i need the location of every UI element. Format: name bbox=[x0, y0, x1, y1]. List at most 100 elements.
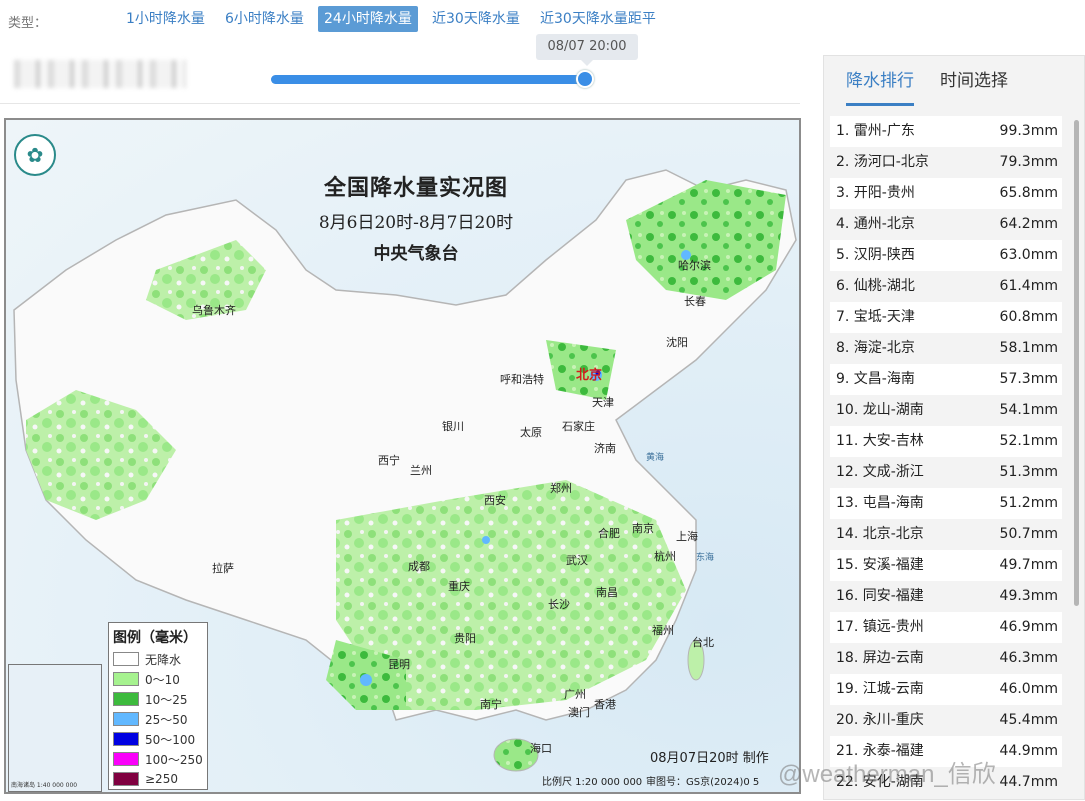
ranking-row[interactable]: 19. 江城-云南 46.0mm bbox=[830, 674, 1062, 705]
city-label: 南昌 bbox=[596, 586, 618, 599]
legend-swatch bbox=[113, 752, 139, 766]
legend-swatch bbox=[113, 772, 139, 786]
ranking-row[interactable]: 18. 屏边-云南 46.3mm bbox=[830, 643, 1062, 674]
precip-value: 49.7mm bbox=[999, 557, 1058, 573]
ranking-row[interactable]: 2. 汤河口-北京 79.3mm bbox=[830, 147, 1062, 178]
station-name: 10. 龙山-湖南 bbox=[836, 402, 924, 418]
time-slider-fill bbox=[271, 75, 589, 84]
city-label: 福州 bbox=[652, 624, 674, 637]
ranking-row[interactable]: 3. 开阳-贵州 65.8mm bbox=[830, 178, 1062, 209]
ranking-row[interactable]: 10. 龙山-湖南 54.1mm bbox=[830, 395, 1062, 426]
map-agency: 中央气象台 bbox=[373, 244, 459, 264]
station-name: 11. 大安-吉林 bbox=[836, 433, 924, 449]
city-label: 石家庄 bbox=[562, 420, 595, 433]
precip-value: 46.0mm bbox=[999, 681, 1058, 697]
precip-value: 51.3mm bbox=[999, 464, 1058, 480]
precip-value: 99.3mm bbox=[999, 123, 1058, 139]
city-label: 武汉 bbox=[566, 554, 588, 567]
ranking-row[interactable]: 13. 屯昌-海南 51.2mm bbox=[830, 488, 1062, 519]
station-name: 2. 汤河口-北京 bbox=[836, 154, 929, 170]
city-label: 太原 bbox=[520, 426, 542, 439]
city-label: 重庆 bbox=[448, 580, 470, 593]
time-slider-row bbox=[0, 52, 800, 104]
ranking-row[interactable]: 9. 文昌-海南 57.3mm bbox=[830, 364, 1062, 395]
ranking-row[interactable]: 16. 同安-福建 49.3mm bbox=[830, 581, 1062, 612]
ranking-row[interactable]: 12. 文成-浙江 51.3mm bbox=[830, 457, 1062, 488]
legend-row: 100～250 bbox=[113, 749, 203, 769]
ranking-list[interactable]: 1. 雷州-广东 99.3mm 2. 汤河口-北京 79.3mm 3. 开阳-贵州 65.… bbox=[830, 116, 1062, 801]
city-label: 乌鲁木齐 bbox=[192, 304, 236, 317]
precip-value: 44.7mm bbox=[999, 774, 1058, 790]
inset-caption: 南海诸岛 1:40 000 000 bbox=[11, 782, 78, 789]
legend-swatch bbox=[113, 672, 139, 686]
tab-30d-precip[interactable]: 近30天降水量 bbox=[426, 6, 526, 32]
legend-row: 0～10 bbox=[113, 669, 203, 689]
precip-value: 64.2mm bbox=[999, 216, 1058, 232]
tab-6h-precip[interactable]: 6小时降水量 bbox=[219, 6, 310, 32]
precipitation-map: 黄海 东海 ✿ 全国降水量实况图 8月6日20时-8月7日20时 中央气象台 乌… bbox=[4, 118, 801, 794]
ranking-row[interactable]: 6. 仙桃-湖北 61.4mm bbox=[830, 271, 1062, 302]
tab-precip-ranking[interactable]: 降水排行 bbox=[846, 66, 914, 106]
tab-time-select[interactable]: 时间选择 bbox=[940, 66, 1008, 103]
tab-24h-precip[interactable]: 24小时降水量 bbox=[318, 6, 418, 32]
map-legend: 图例（毫米） 无降水 0～10 10～25 25～50 50～100 100～250 ≥25… bbox=[108, 622, 208, 790]
city-label: 广州 bbox=[564, 688, 586, 701]
legend-row: 10～25 bbox=[113, 689, 203, 709]
legend-label: ≥250 bbox=[145, 772, 178, 786]
time-slider-track[interactable] bbox=[271, 75, 589, 84]
ranking-scrollbar[interactable] bbox=[1074, 120, 1079, 606]
svg-text:东海: 东海 bbox=[696, 551, 714, 563]
legend-label: 25～50 bbox=[145, 712, 188, 727]
city-label: 郑州 bbox=[550, 482, 572, 495]
tab-1h-precip[interactable]: 1小时降水量 bbox=[120, 6, 211, 32]
time-slider-handle[interactable] bbox=[576, 70, 594, 88]
city-label: 西安 bbox=[484, 494, 506, 507]
legend-label: 10～25 bbox=[145, 692, 188, 707]
city-label: 长春 bbox=[684, 295, 706, 308]
city-label: 台北 bbox=[692, 636, 714, 649]
map-subtitle: 8月6日20时-8月7日20时 bbox=[318, 213, 514, 233]
city-label: 上海 bbox=[676, 530, 698, 543]
city-label: 呼和浩特 bbox=[500, 373, 544, 386]
watermark: @weatherman_信欣 bbox=[778, 761, 996, 788]
precip-value: 65.8mm bbox=[999, 185, 1058, 201]
legend-row: ≥250 bbox=[113, 769, 203, 789]
city-label: 哈尔滨 bbox=[678, 259, 711, 272]
station-name: 16. 同安-福建 bbox=[836, 588, 924, 604]
ranking-tabs: 降水排行 时间选择 bbox=[824, 56, 1084, 108]
station-name: 17. 镇远-贵州 bbox=[836, 619, 924, 635]
ranking-row[interactable]: 8. 海淀-北京 58.1mm bbox=[830, 333, 1062, 364]
blurred-logo bbox=[14, 60, 186, 88]
station-name: 20. 永川-重庆 bbox=[836, 712, 924, 728]
legend-swatch bbox=[113, 712, 139, 726]
station-name: 3. 开阳-贵州 bbox=[836, 185, 915, 201]
map-title-block: 全国降水量实况图 8月6日20时-8月7日20时 中央气象台 bbox=[296, 170, 536, 264]
legend-row: 50～100 bbox=[113, 729, 203, 749]
city-label: 沈阳 bbox=[666, 336, 688, 349]
tab-30d-anomaly[interactable]: 近30天降水量距平 bbox=[534, 6, 662, 32]
cma-logo-icon: ✿ bbox=[14, 134, 56, 176]
precip-value: 50.7mm bbox=[999, 526, 1058, 542]
ranking-row[interactable]: 5. 汉阴-陕西 63.0mm bbox=[830, 240, 1062, 271]
station-name: 13. 屯昌-海南 bbox=[836, 495, 924, 511]
city-label: 长沙 bbox=[548, 598, 570, 611]
ranking-row[interactable]: 7. 宝坻-天津 60.8mm bbox=[830, 302, 1062, 333]
station-name: 8. 海淀-北京 bbox=[836, 340, 915, 356]
ranking-row[interactable]: 1. 雷州-广东 99.3mm bbox=[830, 116, 1062, 147]
ranking-row[interactable]: 17. 镇远-贵州 46.9mm bbox=[830, 612, 1062, 643]
svg-text:黄海: 黄海 bbox=[646, 451, 664, 463]
ranking-row[interactable]: 14. 北京-北京 50.7mm bbox=[830, 519, 1062, 550]
ranking-row[interactable]: 4. 通州-北京 64.2mm bbox=[830, 209, 1062, 240]
precip-value: 54.1mm bbox=[999, 402, 1058, 418]
ranking-row[interactable]: 11. 大安-吉林 52.1mm bbox=[830, 426, 1062, 457]
legend-row: 无降水 bbox=[113, 649, 203, 669]
precip-value: 61.4mm bbox=[999, 278, 1058, 294]
ranking-row[interactable]: 20. 永川-重庆 45.4mm bbox=[830, 705, 1062, 736]
station-name: 12. 文成-浙江 bbox=[836, 464, 924, 480]
legend-swatch bbox=[113, 652, 139, 666]
station-name: 6. 仙桃-湖北 bbox=[836, 278, 915, 294]
ranking-row[interactable]: 15. 安溪-福建 49.7mm bbox=[830, 550, 1062, 581]
legend-label: 0～10 bbox=[145, 672, 180, 687]
city-label: 济南 bbox=[594, 442, 616, 455]
city-label: 天津 bbox=[592, 396, 614, 409]
